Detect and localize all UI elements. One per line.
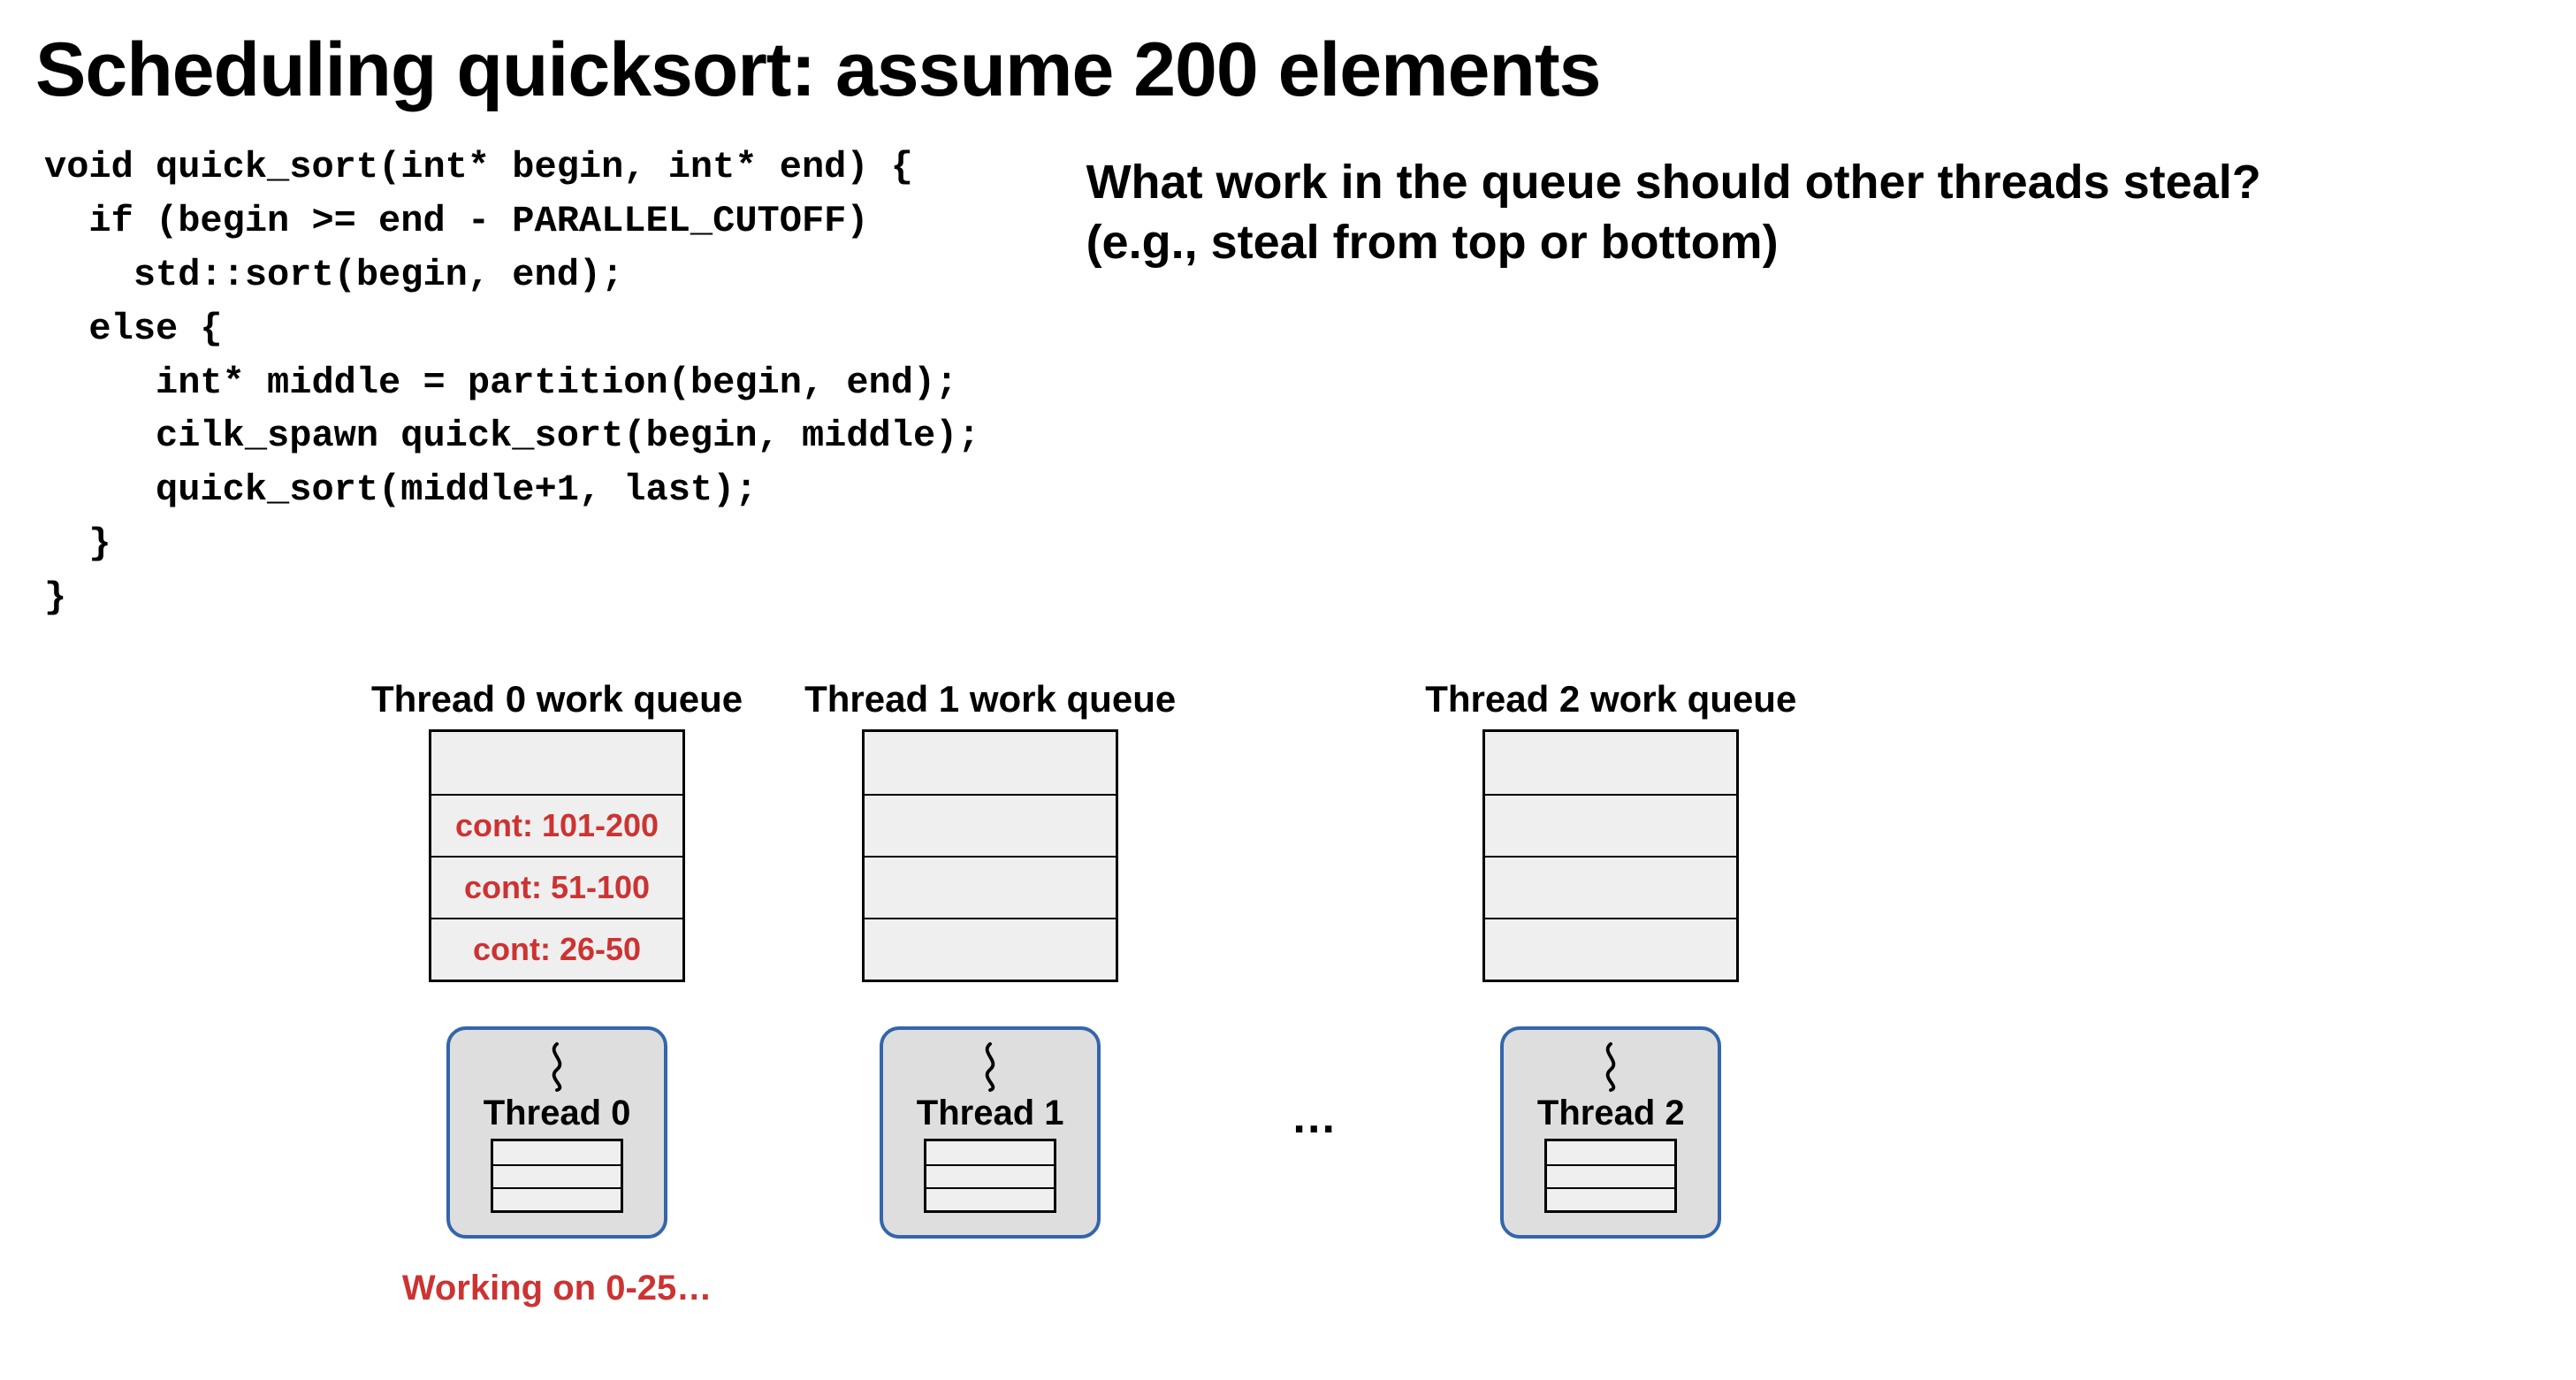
- queue-2-cell-0: [1485, 732, 1736, 794]
- work-queue-0: cont: 101-200 cont: 51-100 cont: 26-50: [429, 729, 685, 982]
- queue-0-cell-1: cont: 101-200: [431, 794, 682, 856]
- top-row: void quick_sort(int* begin, int* end) { …: [35, 141, 2541, 625]
- thread-0-mini-queue: [491, 1139, 623, 1213]
- thread-2-mini-queue: [1544, 1139, 1677, 1213]
- queue-1-cell-2: [865, 856, 1116, 918]
- thread-squiggle-icon: [536, 1041, 578, 1092]
- code-block: void quick_sort(int* begin, int* end) { …: [35, 141, 980, 625]
- work-queue-2: [1482, 729, 1739, 982]
- diagram-area: Thread 0 work queue cont: 101-200 cont: …: [35, 678, 2541, 1308]
- queue-1-cell-1: [865, 794, 1116, 856]
- thread-1-box: Thread 1: [880, 1026, 1101, 1239]
- slide-title: Scheduling quicksort: assume 200 element…: [35, 27, 2541, 114]
- thread-1-group: Thread 1 work queue Thread 1: [804, 678, 1176, 1269]
- thread-0-status: Working on 0-25…: [402, 1269, 712, 1308]
- thread-2-box: Thread 2: [1500, 1026, 1721, 1239]
- thread-squiggle-icon: [1589, 1041, 1632, 1092]
- queue-label-1: Thread 1 work queue: [804, 678, 1176, 720]
- queue-2-cell-1: [1485, 794, 1736, 856]
- queue-label-0: Thread 0 work queue: [371, 678, 743, 720]
- work-queue-1: [862, 729, 1118, 982]
- ellipsis: …: [1291, 1091, 1337, 1144]
- thread-2-name: Thread 2: [1537, 1094, 1685, 1133]
- queue-0-cell-2: cont: 51-100: [431, 856, 682, 918]
- queue-1-cell-3: [865, 918, 1116, 980]
- queue-2-cell-2: [1485, 856, 1736, 918]
- question-line-2: (e.g., steal from top or bottom): [1086, 213, 2261, 273]
- queue-2-cell-3: [1485, 918, 1736, 980]
- thread-0-group: Thread 0 work queue cont: 101-200 cont: …: [371, 678, 743, 1308]
- queue-1-cell-0: [865, 732, 1116, 794]
- thread-0-box: Thread 0: [446, 1026, 667, 1239]
- question-line-1: What work in the queue should other thre…: [1086, 153, 2261, 213]
- thread-squiggle-icon: [969, 1041, 1011, 1092]
- question-text: What work in the queue should other thre…: [1086, 153, 2261, 272]
- thread-1-name: Thread 1: [917, 1094, 1064, 1133]
- thread-0-name: Thread 0: [484, 1094, 631, 1133]
- thread-2-group: Thread 2 work queue Thread 2: [1425, 678, 1796, 1269]
- queue-label-2: Thread 2 work queue: [1425, 678, 1796, 720]
- queue-0-cell-0: [431, 732, 682, 794]
- thread-1-mini-queue: [924, 1139, 1056, 1213]
- queue-0-cell-3: cont: 26-50: [431, 918, 682, 980]
